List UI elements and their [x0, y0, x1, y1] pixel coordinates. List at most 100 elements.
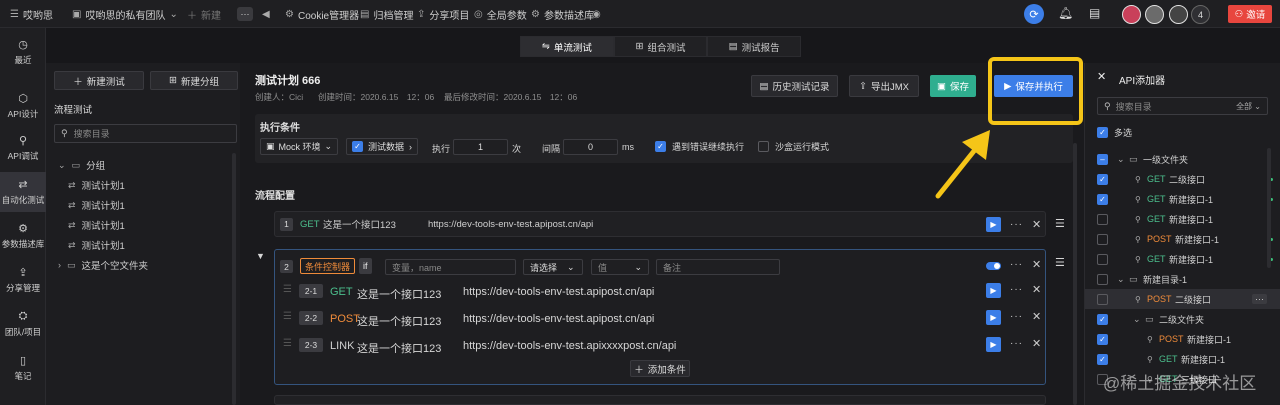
- api-tree-row[interactable]: ⚲ GET 新建接口-1: [1085, 209, 1280, 229]
- play-icon[interactable]: ▶: [986, 283, 1001, 298]
- tab-combined[interactable]: ⊞ 组合测试: [613, 36, 708, 57]
- drag-handle-icon[interactable]: ☰: [283, 338, 292, 349]
- nav-param-lib[interactable]: ⚙ 参数描述库: [0, 216, 46, 256]
- nav-team[interactable]: ⛭ 团队/项目: [0, 304, 46, 344]
- api-tree-row[interactable]: ⚲ POST 二级接口 ···: [1085, 289, 1280, 309]
- checkbox[interactable]: ✓: [1097, 173, 1108, 185]
- close-icon[interactable]: ✕: [1032, 337, 1041, 350]
- close-icon[interactable]: ✕: [1032, 218, 1041, 231]
- nav-automation[interactable]: ⇄ 自动化测试: [0, 172, 46, 212]
- api-tree-row[interactable]: ✓ ⚲ GET 新建接口-1: [1085, 349, 1280, 369]
- avatar[interactable]: [1145, 5, 1164, 24]
- continue-on-error[interactable]: ✓ 遇到错误继续执行: [655, 140, 744, 153]
- notes-icon[interactable]: ▤: [1089, 6, 1100, 20]
- nav-api-design[interactable]: ⬡ API设计: [0, 86, 46, 126]
- close-icon[interactable]: ✕: [1032, 310, 1041, 323]
- checkbox[interactable]: [758, 141, 769, 152]
- play-icon[interactable]: ▶: [986, 216, 1001, 232]
- checkbox[interactable]: ✓: [1097, 193, 1108, 205]
- flow-row[interactable]: [274, 395, 1046, 405]
- more-icon[interactable]: ···: [1010, 219, 1023, 230]
- close-icon[interactable]: ✕: [1032, 283, 1041, 296]
- checkbox[interactable]: [1097, 293, 1108, 305]
- brand[interactable]: ☰ 哎哟思: [10, 0, 53, 28]
- scrollbar[interactable]: [232, 153, 236, 405]
- note-input[interactable]: 备注: [656, 259, 780, 275]
- add-condition-button[interactable]: ＋添加条件: [630, 360, 690, 377]
- eye-icon[interactable]: ◉: [592, 0, 601, 28]
- checkbox[interactable]: ✓: [1097, 333, 1108, 345]
- more-icon[interactable]: ···: [1010, 259, 1023, 270]
- tree-search-input[interactable]: ⚲ 搜索目录: [54, 124, 237, 143]
- avatar[interactable]: [1169, 5, 1188, 24]
- tree-item[interactable]: › ▭ 这是个空文件夹: [58, 255, 148, 275]
- drag-handle-icon[interactable]: ☰: [283, 311, 292, 322]
- chevron-down-icon[interactable]: ⌄: [1133, 314, 1141, 325]
- close-icon[interactable]: ✕: [1032, 258, 1041, 271]
- tree-item[interactable]: ⇄ 测试计划1: [68, 215, 125, 235]
- more-button[interactable]: ···: [237, 0, 253, 28]
- checkbox[interactable]: [1097, 253, 1108, 265]
- checkbox[interactable]: ✓: [1097, 313, 1108, 325]
- close-icon[interactable]: ✕: [1097, 70, 1106, 83]
- checkbox[interactable]: [1097, 273, 1108, 285]
- global-params-link[interactable]: ◎ 全局参数: [474, 0, 527, 28]
- share-project-link[interactable]: ⇪ 分享项目: [417, 0, 469, 28]
- api-tree-row[interactable]: ✓ ⌄ ▭ 二级文件夹: [1085, 309, 1280, 329]
- team-selector[interactable]: ▣ 哎哟思的私有团队 ⌄: [72, 0, 178, 28]
- tree-item[interactable]: ⌄ ▭ 分组: [58, 155, 105, 175]
- tree-item[interactable]: ⇄ 测试计划1: [68, 235, 125, 255]
- api-tree-row[interactable]: ⌄ ▭ 新建目录-1: [1085, 269, 1280, 289]
- param-desc-link[interactable]: ⚙ 参数描述库: [531, 0, 594, 28]
- archive-link[interactable]: ▤ 归档管理: [360, 0, 413, 28]
- nav-share[interactable]: ⇪ 分享管理: [0, 260, 46, 300]
- more-icon[interactable]: ···: [1010, 311, 1023, 322]
- more-icon[interactable]: ···: [1010, 338, 1023, 349]
- variable-input[interactable]: 变量，name: [385, 259, 516, 275]
- save-button[interactable]: ▣ 保存: [930, 75, 976, 97]
- scope-select[interactable]: 全部 ⌄: [1236, 101, 1261, 112]
- cookie-manager-link[interactable]: ⚙ Cookie管理器: [285, 0, 359, 28]
- multi-select[interactable]: ✓ 多选: [1097, 126, 1132, 139]
- mock-env-select[interactable]: ▣ Mock 环境 ⌄: [260, 138, 339, 155]
- tab-single-flow[interactable]: ⇋ 单流测试: [520, 36, 614, 57]
- export-jmx-button[interactable]: ⇪ 导出JMX: [849, 75, 919, 97]
- drag-handle-icon[interactable]: ☰: [1055, 217, 1065, 230]
- checkbox[interactable]: ✓: [352, 141, 363, 152]
- scrollbar[interactable]: [1267, 148, 1271, 268]
- interval-input[interactable]: 0: [563, 139, 618, 155]
- tree-item[interactable]: ⇄ 测试计划1: [68, 175, 125, 195]
- flow-row[interactable]: 1 GET 这是一个接口123 https://dev-tools-env-te…: [274, 211, 1046, 237]
- scrollbar[interactable]: [1073, 143, 1077, 405]
- checkbox[interactable]: ✓: [1097, 353, 1108, 365]
- api-tree-row[interactable]: ✓ ⚲ POST 新建接口-1: [1085, 329, 1280, 349]
- chevron-down-icon[interactable]: ⌄: [1117, 274, 1125, 285]
- collapse-icon[interactable]: ◀: [262, 0, 270, 28]
- new-test-button[interactable]: ＋新建测试: [54, 71, 144, 90]
- invite-button[interactable]: ⚇ 邀请: [1228, 5, 1272, 23]
- checkbox[interactable]: ✓: [1097, 127, 1108, 138]
- play-icon[interactable]: ▶: [986, 337, 1001, 352]
- sync-icon[interactable]: ⟳: [1024, 4, 1044, 24]
- api-search-input[interactable]: ⚲ 搜索目录 全部 ⌄: [1097, 97, 1268, 115]
- tab-report[interactable]: ▤ 测试报告: [707, 36, 802, 57]
- api-tree-row[interactable]: ⚲ POST 新建接口-1: [1085, 229, 1280, 249]
- checkbox[interactable]: –: [1097, 153, 1108, 165]
- avatar[interactable]: [1122, 5, 1141, 24]
- more-icon[interactable]: ···: [1010, 284, 1023, 295]
- exec-count-input[interactable]: 1: [453, 139, 508, 155]
- nav-api-debug[interactable]: ⚲ API调试: [0, 128, 46, 168]
- sandbox-mode[interactable]: 沙盒运行模式: [758, 140, 829, 153]
- collapse-triangle-icon[interactable]: ▼: [256, 251, 265, 261]
- checkbox[interactable]: [1097, 213, 1108, 225]
- drag-handle-icon[interactable]: ☰: [283, 284, 292, 295]
- avatar-count[interactable]: 4: [1191, 5, 1210, 24]
- more-icon[interactable]: ···: [1252, 294, 1267, 304]
- api-tree-row[interactable]: ⚲ GET 新建接口-1: [1085, 249, 1280, 269]
- api-tree-row[interactable]: – ⌄ ▭ 一级文件夹: [1085, 149, 1280, 169]
- play-icon[interactable]: ▶: [986, 310, 1001, 325]
- test-data-toggle[interactable]: ✓ 测试数据 ›: [346, 138, 419, 155]
- checkbox[interactable]: [1097, 233, 1108, 245]
- history-button[interactable]: ▤ 历史测试记录: [751, 75, 838, 97]
- api-tree-row[interactable]: ✓ ⚲ GET 新建接口-1: [1085, 189, 1280, 209]
